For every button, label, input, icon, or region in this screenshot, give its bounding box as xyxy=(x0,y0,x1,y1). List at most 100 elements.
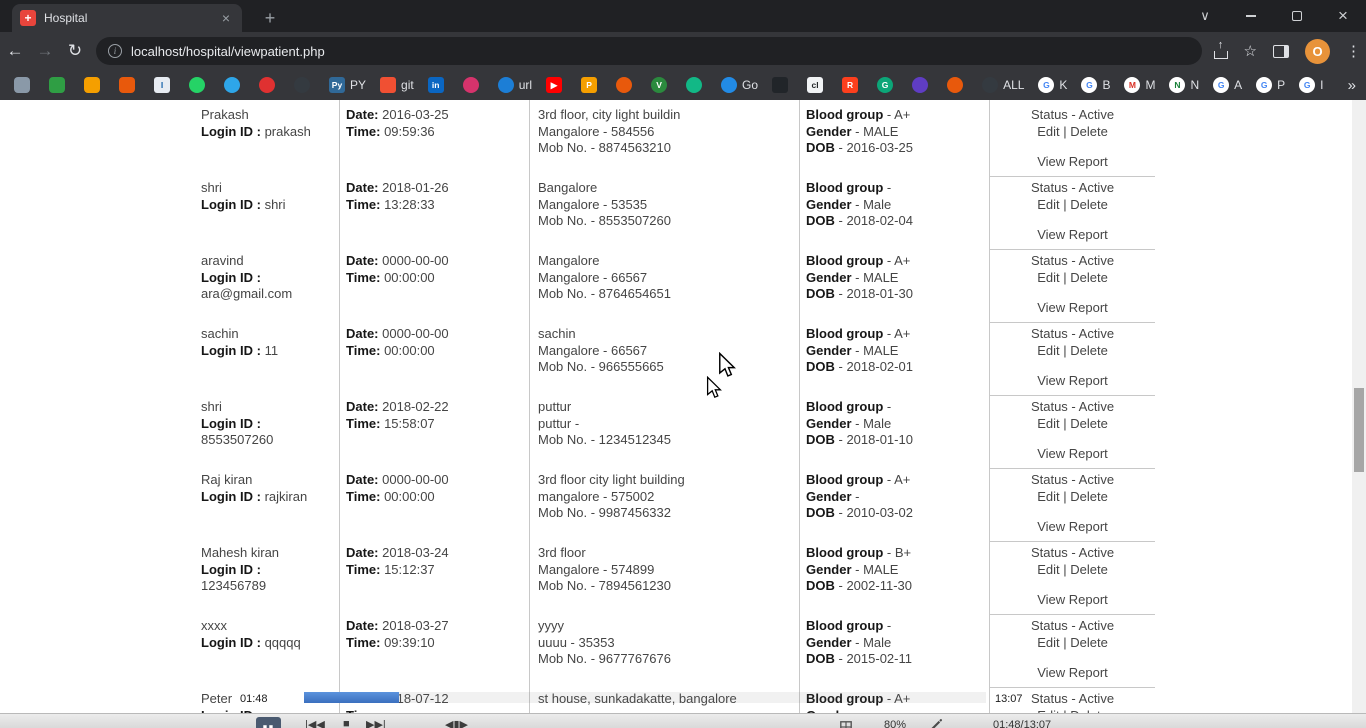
bookmark-item[interactable]: P xyxy=(581,77,602,93)
bookmark-item[interactable] xyxy=(189,77,210,93)
edit-link[interactable]: Edit xyxy=(1037,489,1059,504)
bookmark-item[interactable]: G xyxy=(877,77,898,93)
edit-link[interactable]: Edit xyxy=(1037,197,1059,212)
view-report-link[interactable]: View Report xyxy=(1037,300,1108,315)
view-report-link[interactable]: View Report xyxy=(1037,227,1108,242)
page-scrollbar-track[interactable] xyxy=(1352,100,1366,713)
skip-to-start-button[interactable]: |◀◀ xyxy=(305,718,325,728)
bookmark-item[interactable]: url xyxy=(497,77,532,93)
maximize-button[interactable] xyxy=(1274,0,1320,32)
view-report-link[interactable]: View Report xyxy=(1037,592,1108,607)
edit-link[interactable]: Edit xyxy=(1037,343,1059,358)
bookmark-item[interactable]: ▶ xyxy=(546,77,567,93)
view-report-link[interactable]: View Report xyxy=(1037,373,1108,388)
bookmark-item[interactable]: R xyxy=(842,77,863,93)
delete-link[interactable]: Delete xyxy=(1070,343,1108,358)
tab-close-icon[interactable]: × xyxy=(218,10,234,26)
frame-step-button[interactable]: ◀▮▶ xyxy=(445,718,468,728)
delete-link[interactable]: Delete xyxy=(1070,562,1108,577)
bookmark-favicon-icon xyxy=(294,77,310,93)
bookmark-item[interactable]: G B xyxy=(1081,77,1110,93)
bookmark-star-icon[interactable]: ☆ xyxy=(1244,42,1257,60)
edit-link[interactable]: Edit xyxy=(1037,124,1059,139)
site-info-icon[interactable]: i xyxy=(108,44,122,58)
view-report-link[interactable]: View Report xyxy=(1037,665,1108,680)
bookmark-item[interactable]: G P xyxy=(1256,77,1285,93)
player-seek-bar[interactable] xyxy=(304,692,986,703)
bookmark-item[interactable] xyxy=(119,77,140,93)
forward-button[interactable]: → xyxy=(30,41,60,61)
blood-group-label: Blood group xyxy=(806,472,884,487)
edit-link[interactable]: Edit xyxy=(1037,635,1059,650)
share-icon[interactable]: ↑ xyxy=(1213,39,1228,59)
bookmark-item[interactable]: V xyxy=(651,77,672,93)
pencil-icon[interactable] xyxy=(928,718,943,728)
edit-link[interactable]: Edit xyxy=(1037,270,1059,285)
bookmark-favicon-icon: G xyxy=(1299,77,1316,93)
delete-link[interactable]: Delete xyxy=(1070,124,1108,139)
delete-link[interactable]: Delete xyxy=(1070,197,1108,212)
bookmark-favicon-icon xyxy=(912,77,929,93)
new-tab-button[interactable]: + xyxy=(258,6,282,30)
close-window-button[interactable]: × xyxy=(1320,0,1366,32)
view-report-link[interactable]: View Report xyxy=(1037,154,1108,169)
reload-button[interactable]: ↻ xyxy=(60,41,90,61)
bookmark-item[interactable] xyxy=(259,77,280,93)
page-scrollbar-thumb[interactable] xyxy=(1354,388,1364,472)
bookmark-item[interactable] xyxy=(686,77,707,93)
link-separator: | xyxy=(1063,342,1067,358)
bookmark-item[interactable]: M M xyxy=(1124,77,1155,93)
bookmark-item[interactable]: G K xyxy=(1038,77,1067,93)
view-report-link[interactable]: View Report xyxy=(1037,519,1108,534)
bookmark-item[interactable] xyxy=(912,77,933,93)
bookmark-item[interactable] xyxy=(14,77,35,93)
bookmark-item[interactable] xyxy=(49,77,70,93)
minimize-button[interactable] xyxy=(1228,0,1274,32)
bookmark-item[interactable] xyxy=(616,77,637,93)
profile-avatar[interactable]: O xyxy=(1305,38,1330,64)
bookmark-item[interactable] xyxy=(947,77,968,93)
bookmark-item[interactable] xyxy=(294,77,315,93)
delete-link[interactable]: Delete xyxy=(1070,489,1108,504)
bookmark-item[interactable]: G A xyxy=(1213,77,1242,93)
cell-date-time: Date: 2016-03-25 Time: 09:59:36 xyxy=(340,100,530,180)
bookmark-item[interactable]: ALL xyxy=(982,77,1024,93)
delete-link[interactable]: Delete xyxy=(1070,635,1108,650)
blood-group-label: Blood group xyxy=(806,618,884,633)
bookmark-item[interactable]: in xyxy=(427,77,449,93)
pause-button[interactable]: ▮▮ xyxy=(256,717,281,728)
bookmark-item[interactable]: G I xyxy=(1299,77,1324,93)
date-value: 0000-00-00 xyxy=(382,326,449,341)
side-panel-icon[interactable] xyxy=(1273,44,1289,58)
bookmark-item[interactable] xyxy=(772,77,793,93)
bookmark-item[interactable]: git xyxy=(380,77,414,93)
url-text: localhost/hospital/viewpatient.php xyxy=(131,43,325,59)
bookmark-item[interactable]: I xyxy=(154,77,175,93)
bookmark-item[interactable] xyxy=(462,77,484,93)
bookmark-item[interactable]: Py PY xyxy=(329,77,366,93)
cell-medical-info: Blood group - Gender - Male DOB - 2018-0… xyxy=(800,399,990,472)
stop-button[interactable]: ■ xyxy=(343,718,350,728)
bookmark-item[interactable]: Go xyxy=(721,77,758,93)
back-button[interactable]: ← xyxy=(0,41,30,61)
delete-link[interactable]: Delete xyxy=(1070,270,1108,285)
browser-tab[interactable]: + Hospital × xyxy=(12,4,242,32)
mouse-cursor-shadow xyxy=(706,376,722,399)
tab-search-icon[interactable]: ∨ xyxy=(1182,0,1228,32)
edit-link[interactable]: Edit xyxy=(1037,562,1059,577)
bookmark-item[interactable] xyxy=(224,77,245,93)
bookmarks-overflow-chevron-icon[interactable]: » xyxy=(1348,70,1356,100)
grid-view-icon[interactable] xyxy=(840,720,852,728)
bookmark-item[interactable] xyxy=(84,77,105,93)
edit-link[interactable]: Edit xyxy=(1037,416,1059,431)
menu-kebab-icon[interactable]: ⋮ xyxy=(1346,42,1361,60)
bookmark-item[interactable]: cl xyxy=(807,77,828,93)
view-report-link[interactable]: View Report xyxy=(1037,446,1108,461)
cell-medical-info: Blood group - A+ Gender - MALE DOB - 201… xyxy=(800,253,990,326)
address-line-2: Mangalore - 584556 xyxy=(538,123,655,139)
bookmark-item[interactable]: N N xyxy=(1169,77,1199,93)
delete-link[interactable]: Delete xyxy=(1070,416,1108,431)
skip-to-end-button[interactable]: ▶▶| xyxy=(366,718,386,728)
cell-date-time: Date: 0000-00-00 Time: 00:00:00 xyxy=(340,253,530,326)
address-bar[interactable]: i localhost/hospital/viewpatient.php xyxy=(96,37,1202,65)
